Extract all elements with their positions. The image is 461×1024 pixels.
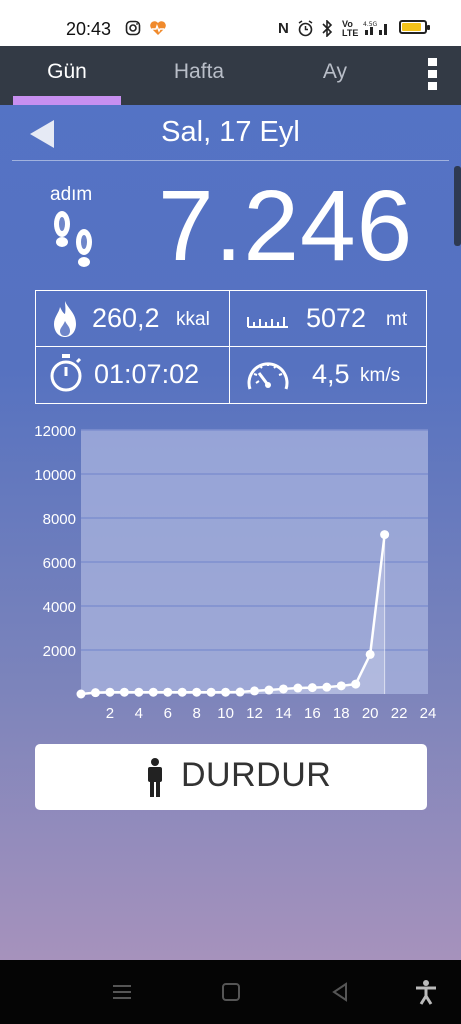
tab-indicator xyxy=(13,96,121,105)
x-tick-label: 24 xyxy=(420,705,437,722)
bluetooth-icon xyxy=(321,19,333,42)
x-tick-label: 18 xyxy=(333,705,350,722)
menu-icon[interactable] xyxy=(108,978,136,1006)
x-tick-label: 12 xyxy=(246,705,263,722)
volte-icon: Vo LTE xyxy=(342,19,359,38)
ruler-icon xyxy=(247,317,288,328)
instagram-icon xyxy=(125,20,141,41)
data-point xyxy=(264,685,274,695)
data-point xyxy=(351,679,361,689)
system-nav-bar xyxy=(0,960,461,1024)
y-tick-label: 10000 xyxy=(34,467,76,484)
x-tick-label: 10 xyxy=(217,705,234,722)
y-tick-label: 12000 xyxy=(34,423,76,440)
tab-month[interactable]: Ay xyxy=(280,46,390,105)
y-tick-label: 6000 xyxy=(43,555,76,572)
data-point xyxy=(134,687,144,697)
status-time: 20:43 xyxy=(66,19,112,39)
speedometer-icon xyxy=(247,362,289,390)
home-icon[interactable] xyxy=(217,978,245,1006)
y-tick-label: 8000 xyxy=(43,511,76,528)
x-tick-label: 6 xyxy=(164,705,172,722)
data-point xyxy=(76,689,86,699)
data-point xyxy=(235,687,245,697)
data-point xyxy=(322,682,332,692)
data-point xyxy=(293,683,303,693)
data-point xyxy=(250,686,259,696)
data-point xyxy=(192,687,202,697)
x-tick-label: 8 xyxy=(192,705,200,722)
data-point xyxy=(380,530,390,540)
x-tick-label: 16 xyxy=(304,705,321,722)
x-tick-label: 14 xyxy=(275,705,292,722)
speed-unit: km/s xyxy=(360,365,401,386)
data-point xyxy=(90,688,100,698)
data-point xyxy=(177,687,187,697)
tab-bar: Gün Hafta Ay xyxy=(0,46,461,105)
stop-button-label: DURDUR xyxy=(181,756,332,794)
steps-chart: 200040006000800010000120002 4 6 8 10 12 14 16 18… xyxy=(34,423,437,722)
stats-grid: 260,2 kkal 5072 mt 01:07:02 4,5 km/s xyxy=(35,290,427,404)
svg-text:4.5G: 4.5G xyxy=(363,21,378,28)
steps-count: 7.246 xyxy=(158,170,414,282)
scroll-handle[interactable] xyxy=(454,166,461,246)
x-tick-label: 22 xyxy=(391,705,408,722)
duration-value: 01:07:02 xyxy=(94,359,200,389)
data-point xyxy=(336,681,346,691)
person-icon xyxy=(148,758,162,797)
x-tick-label: 2 xyxy=(106,705,114,722)
data-point xyxy=(105,687,115,697)
accessibility-icon[interactable] xyxy=(412,978,440,1006)
x-tick-label: 20 xyxy=(362,705,379,722)
overflow-menu-icon[interactable] xyxy=(420,58,444,94)
status-bar: 20:43 N Vo LTE 4.5G xyxy=(0,0,461,46)
calories-unit: kkal xyxy=(176,309,210,330)
data-point xyxy=(221,687,231,697)
data-point xyxy=(148,687,158,697)
flame-icon xyxy=(54,301,76,337)
date-title: Sal, 17 Eyl xyxy=(161,116,300,148)
signal-icon: 4.5G xyxy=(363,20,391,41)
data-point xyxy=(163,687,173,697)
x-tick-label: 4 xyxy=(135,705,143,722)
date-header: Sal, 17 Eyl xyxy=(0,106,461,162)
footprints-icon xyxy=(54,211,92,267)
data-point xyxy=(206,687,216,697)
alarm-icon xyxy=(297,20,314,42)
stopwatch-icon xyxy=(50,354,82,392)
data-point xyxy=(365,649,375,659)
y-tick-label: 4000 xyxy=(43,599,76,616)
app-screen: Gün Hafta Ay Sal, 17 Eyl adım 7.246 260,… xyxy=(0,46,461,960)
data-point xyxy=(278,684,288,694)
nfc-icon: N xyxy=(278,20,289,37)
tab-week[interactable]: Hafta xyxy=(144,46,254,105)
distance-value: 5072 xyxy=(306,303,367,333)
calories-value: 260,2 xyxy=(92,303,160,333)
stop-button[interactable]: DURDUR xyxy=(35,744,427,810)
steps-label: adım xyxy=(50,184,93,205)
data-point xyxy=(119,687,129,697)
back-icon[interactable] xyxy=(326,978,354,1006)
battery-icon xyxy=(399,20,430,34)
divider xyxy=(12,160,449,161)
speed-value: 4,5 xyxy=(312,359,350,389)
distance-unit: mt xyxy=(386,309,408,330)
data-point xyxy=(307,683,317,693)
y-tick-label: 2000 xyxy=(43,643,76,660)
heart-app-icon xyxy=(149,20,167,41)
